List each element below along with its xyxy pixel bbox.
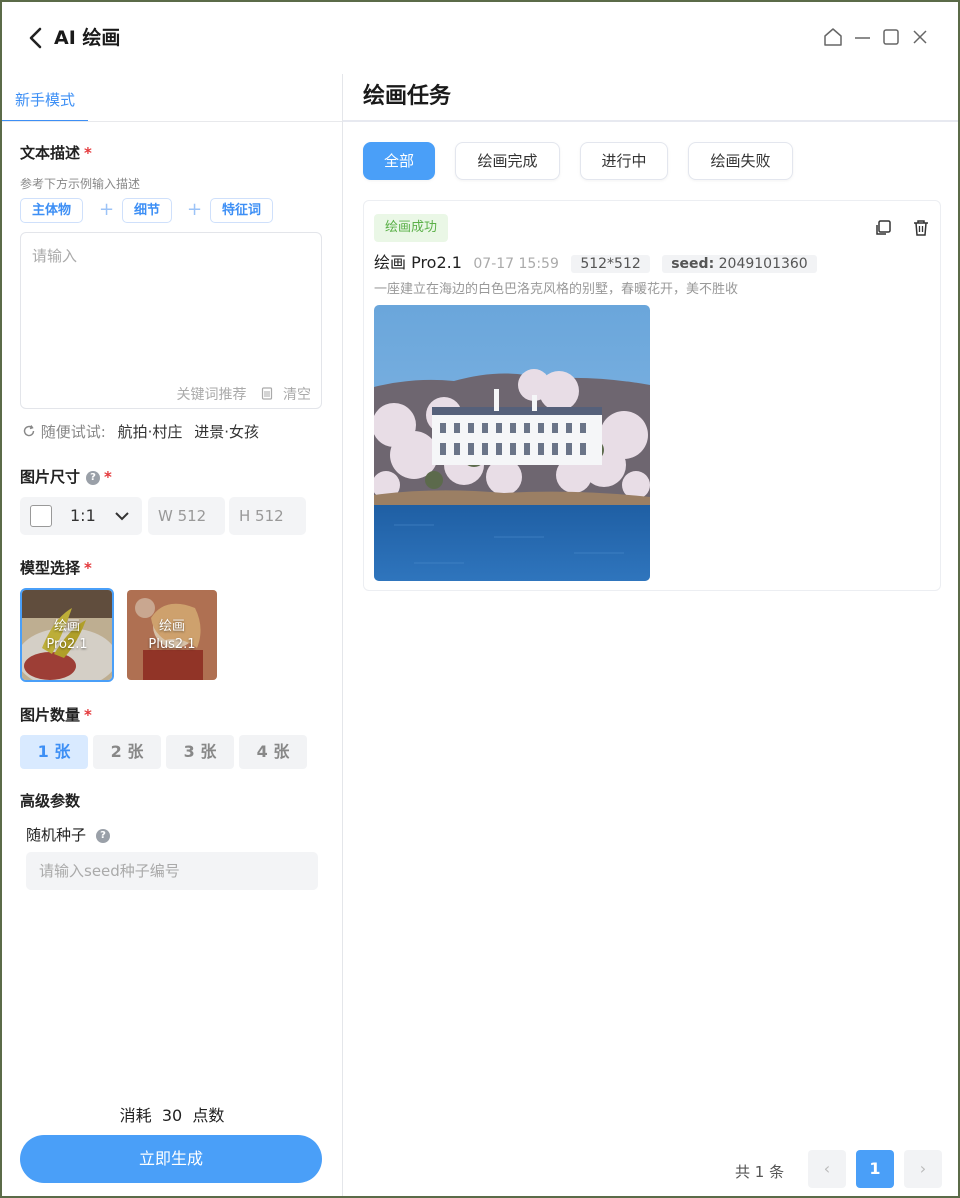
seed-tag-value: 2049101360 [718, 256, 808, 272]
close-icon[interactable] [909, 26, 931, 48]
chevron-down-icon [115, 512, 129, 521]
prompt-textarea[interactable]: 请输入 关键词推荐 清空 [20, 232, 322, 409]
filter-completed[interactable]: 绘画完成 [455, 142, 560, 180]
count-option-2[interactable]: 2 张 [93, 735, 161, 769]
advanced-params-label: 高级参数 [20, 792, 81, 810]
plus-icon: + [187, 199, 203, 220]
task-card: 绘画成功 绘画 Pro2.1 07-17 15:59 512*512 seed:… [363, 200, 941, 591]
random-try-row: 随便试试: 航拍·村庄 进景·女孩 [22, 421, 259, 442]
task-size-tag: 512*512 [571, 255, 650, 273]
task-prompt: 一座建立在海边的白色巴洛克风格的别墅，春暖花开，美不胜收 [374, 282, 739, 297]
image-count-label-text: 图片数量 [20, 706, 81, 724]
copy-icon[interactable] [873, 218, 893, 238]
clear-label: 清空 [283, 387, 311, 403]
width-field[interactable]: W 512 [148, 497, 225, 535]
square-ratio-icon [30, 505, 52, 527]
model-pro-line1: 绘画 [53, 619, 80, 634]
keyword-recommend-button[interactable]: 关键词推荐 [177, 387, 247, 403]
required-mark: * [84, 144, 92, 162]
clear-icon [261, 387, 273, 400]
villa-artwork [374, 305, 650, 581]
prompt-placeholder: 请输入 [32, 247, 78, 265]
pagination-next[interactable]: › [904, 1150, 942, 1188]
text-desc-label: 文本描述 * [20, 142, 92, 163]
task-model: 绘画 Pro2.1 [374, 253, 462, 272]
height-field[interactable]: H 512 [229, 497, 306, 535]
filter-all[interactable]: 全部 [363, 142, 435, 180]
pagination-page-1[interactable]: 1 [856, 1150, 894, 1188]
random-option-closeup-girl[interactable]: 进景·女孩 [194, 423, 259, 441]
random-option-aerial-village[interactable]: 航拍·村庄 [118, 423, 183, 441]
tasks-panel: 绘画任务 全部 绘画完成 进行中 绘画失败 绘画成功 绘画 Pro2.1 07-… [343, 74, 958, 1196]
back-arrow-icon[interactable] [26, 24, 46, 52]
model-card-plus[interactable]: 绘画 Plus2.1 [125, 588, 219, 682]
status-badge: 绘画成功 [374, 214, 449, 242]
random-try-label: 随便试试: [40, 423, 106, 441]
model-plus-line2: Plus2.1 [148, 637, 196, 652]
text-desc-hint: 参考下方示例输入描述 [20, 177, 141, 191]
chip-feature-words[interactable]: 特征词 [210, 198, 274, 223]
app-title: AI 绘画 [54, 27, 121, 49]
clear-button[interactable]: 清空 [261, 387, 311, 403]
model-plus-label: 绘画 Plus2.1 [127, 618, 217, 654]
pagination-total: 共 1 条 [735, 1163, 785, 1181]
generate-button[interactable]: 立即生成 [20, 1135, 322, 1183]
title-bar: AI 绘画 [2, 2, 958, 74]
home-icon[interactable] [822, 26, 844, 48]
image-size-label-text: 图片尺寸 [20, 468, 81, 486]
trash-icon[interactable] [911, 218, 931, 238]
required-mark: * [104, 468, 112, 486]
chip-subject[interactable]: 主体物 [20, 198, 84, 223]
tasks-title: 绘画任务 [363, 84, 452, 109]
pagination-prev[interactable]: ‹ [808, 1150, 846, 1188]
image-count-label: 图片数量 * [20, 704, 92, 725]
required-mark: * [84, 559, 92, 577]
generated-image[interactable] [374, 305, 650, 581]
model-select-label-text: 模型选择 [20, 559, 81, 577]
minimize-icon[interactable] [852, 26, 874, 48]
image-size-label: 图片尺寸? * [20, 466, 112, 487]
model-select-label: 模型选择 * [20, 557, 92, 578]
textarea-actions: 关键词推荐 清空 [167, 384, 311, 404]
help-icon[interactable]: ? [86, 471, 101, 485]
seed-tag-label: seed: [671, 256, 715, 272]
task-time: 07-17 15:59 [473, 256, 559, 272]
seed-input[interactable] [26, 852, 318, 890]
divider [2, 121, 342, 122]
model-pro-line2: Pro2.1 [46, 637, 88, 652]
required-mark: * [84, 706, 92, 724]
filter-in-progress[interactable]: 进行中 [580, 142, 668, 180]
model-plus-line1: 绘画 [158, 619, 185, 634]
random-seed-label: 随机种子? [26, 824, 111, 845]
maximize-icon[interactable] [880, 26, 902, 48]
model-pro-label: 绘画 Pro2.1 [22, 618, 112, 654]
count-option-4[interactable]: 4 张 [239, 735, 307, 769]
divider [343, 120, 958, 122]
model-card-pro[interactable]: 绘画 Pro2.1 [20, 588, 114, 682]
plus-icon: + [99, 199, 115, 220]
tab-beginner-mode[interactable]: 新手模式 [2, 88, 88, 122]
refresh-icon[interactable] [22, 424, 36, 438]
random-seed-label-text: 随机种子 [26, 826, 87, 844]
aspect-ratio-select[interactable]: 1:1 [20, 497, 142, 535]
aspect-ratio-value: 1:1 [70, 506, 96, 525]
chip-detail[interactable]: 细节 [122, 198, 173, 223]
help-icon[interactable]: ? [96, 829, 111, 843]
filter-failed[interactable]: 绘画失败 [688, 142, 793, 180]
text-desc-label-text: 文本描述 [20, 144, 81, 162]
count-option-1[interactable]: 1 张 [20, 735, 88, 769]
cost-text: 消耗 30 点数 [119, 1106, 225, 1125]
app-window: AI 绘画 新手模式 文本描述 * 参考下方示例输入描述 主体物 + 细节 + 特… [2, 2, 958, 1196]
settings-panel: 新手模式 文本描述 * 参考下方示例输入描述 主体物 + 细节 + 特征词 请输入… [2, 74, 342, 1196]
task-meta: 绘画 Pro2.1 07-17 15:59 512*512 seed: 2049… [374, 249, 817, 273]
task-seed-tag: seed: 2049101360 [662, 255, 817, 273]
count-option-3[interactable]: 3 张 [166, 735, 234, 769]
